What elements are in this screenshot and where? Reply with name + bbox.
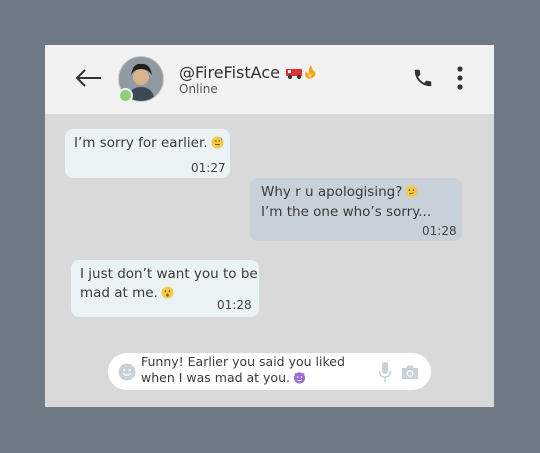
contact-status: Online — [179, 82, 218, 96]
message-input-line2: when I was mad at you. — [141, 370, 290, 385]
message-input[interactable]: Funny! Earlier you said you liked when I… — [141, 354, 351, 386]
back-arrow-icon[interactable] — [75, 65, 103, 91]
message-text-line2: mad at me. — [80, 285, 158, 301]
worried-face-emoji-icon — [161, 286, 174, 299]
more-options-icon[interactable] — [455, 66, 465, 90]
message-composer[interactable]: Funny! Earlier you said you liked when I… — [108, 353, 431, 390]
message-bubble-incoming[interactable]: I’m sorry for earlier. 01:27 — [65, 129, 230, 178]
microphone-icon[interactable] — [377, 361, 393, 383]
smiley-icon[interactable] — [118, 363, 136, 381]
message-text-line1: Why r u apologising? — [261, 184, 403, 200]
fire-truck-fire-icon — [286, 65, 316, 79]
message-text-line2: I’m the one who’s sorry... — [261, 204, 432, 220]
sweat-face-emoji-icon — [211, 136, 224, 149]
message-timestamp: 01:28 — [422, 224, 457, 238]
phone-icon[interactable] — [412, 67, 434, 89]
contact-username: @FireFistAce — [179, 63, 280, 82]
message-timestamp: 01:28 — [217, 298, 252, 312]
message-text: I’m sorry for earlier. — [74, 135, 208, 151]
chat-header: @FireFistAce Online — [45, 45, 494, 114]
chat-window: @FireFistAce Online I’m sorry for earlie… — [45, 45, 494, 407]
camera-icon[interactable] — [400, 363, 420, 381]
message-input-line1: Funny! Earlier you said you liked — [141, 354, 345, 369]
message-timestamp: 01:27 — [191, 161, 226, 175]
message-bubble-incoming[interactable]: I just don’t want you to be mad at me. 0… — [71, 260, 259, 317]
contact-name[interactable]: @FireFistAce — [179, 63, 317, 82]
online-indicator — [118, 88, 133, 103]
smiling-devil-emoji-icon — [293, 372, 306, 384]
message-text-line1: I just don’t want you to be — [80, 266, 258, 282]
confused-face-emoji-icon — [405, 185, 418, 198]
message-bubble-outgoing[interactable]: Why r u apologising? I’m the one who’s s… — [250, 178, 462, 241]
